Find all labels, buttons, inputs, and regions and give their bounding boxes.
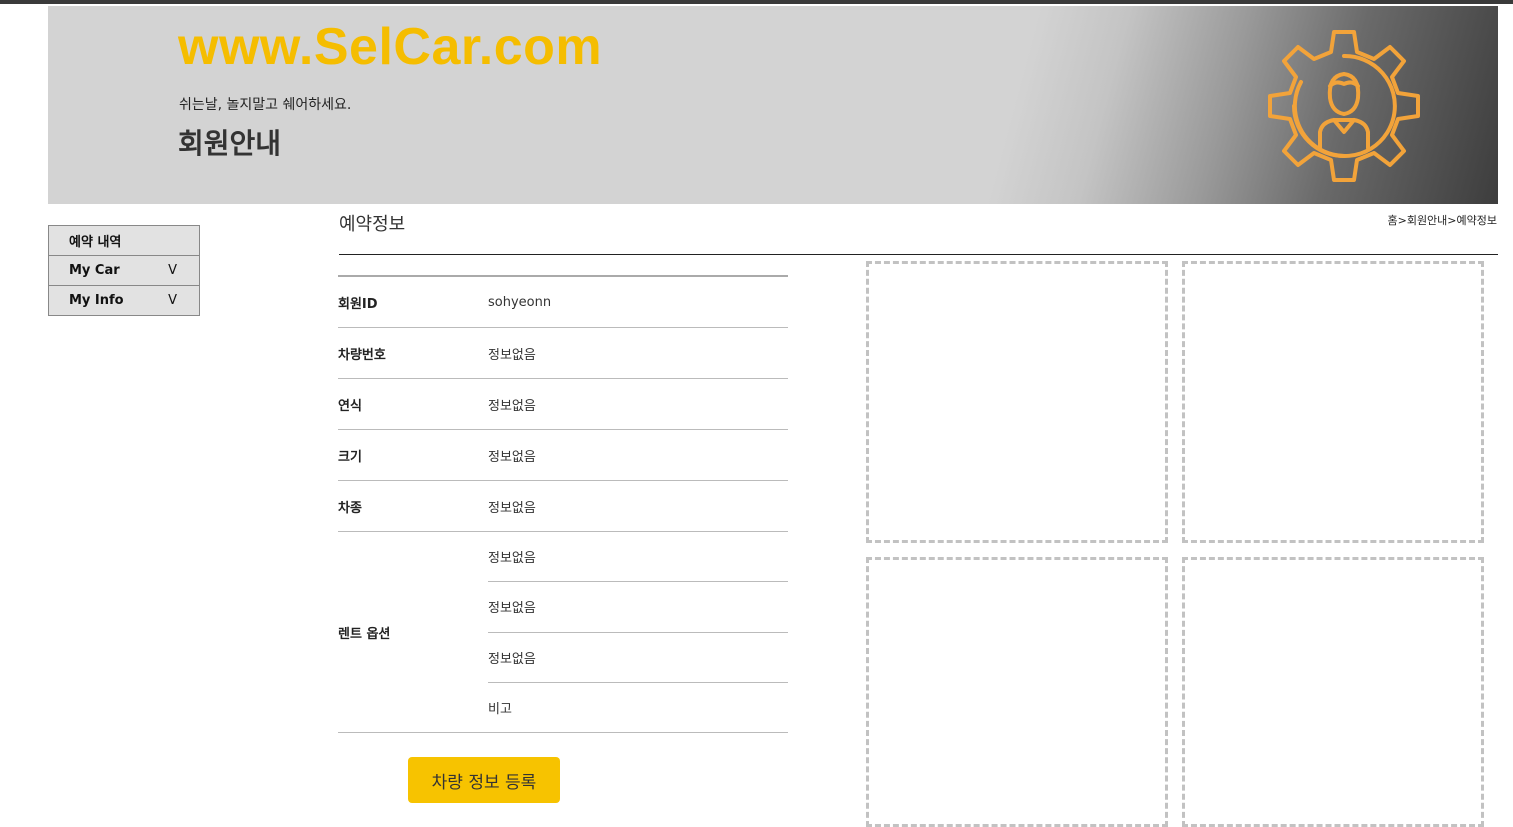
site-title[interactable]: www.SelCar.com bbox=[178, 15, 602, 79]
table-row: 회원ID sohyeonn bbox=[338, 277, 788, 328]
row-value: sohyeonn bbox=[488, 294, 552, 310]
register-car-button[interactable]: 차량 정보 등록 bbox=[408, 757, 560, 803]
table-row: 차량번호 정보없음 bbox=[338, 328, 788, 379]
top-border bbox=[0, 0, 1513, 4]
chevron-down-icon: V bbox=[168, 293, 177, 308]
divider bbox=[339, 254, 1498, 255]
sidebar-item-label: My Info bbox=[69, 293, 124, 308]
rent-options-row: 렌트 옵션 정보없음 정보없음 정보없음 비고 bbox=[338, 532, 788, 733]
row-label: 연식 bbox=[338, 398, 362, 414]
slogan: 쉬는날, 놀지말고 쉐어하세요. bbox=[179, 97, 352, 113]
sidebar-item-my-car[interactable]: My Car V bbox=[49, 256, 199, 286]
sidebar-item-my-info[interactable]: My Info V bbox=[49, 286, 199, 316]
table-row: 차종 정보없음 bbox=[338, 481, 788, 532]
photo-slot-2[interactable] bbox=[1182, 261, 1484, 543]
section-title: 예약정보 bbox=[339, 214, 406, 235]
breadcrumb[interactable]: 홈>회원안내>예약정보 bbox=[1387, 212, 1497, 228]
row-value: 정보없음 bbox=[488, 500, 536, 516]
option-value: 정보없음 bbox=[488, 532, 788, 583]
row-label: 렌트 옵션 bbox=[338, 626, 391, 642]
photo-slot-3[interactable] bbox=[866, 557, 1168, 827]
option-value: 정보없음 bbox=[488, 582, 788, 633]
photo-slot-1[interactable] bbox=[866, 261, 1168, 543]
row-value: 정보없음 bbox=[488, 449, 536, 465]
row-label: 차량번호 bbox=[338, 347, 386, 363]
table-row: 연식 정보없음 bbox=[338, 379, 788, 430]
rent-options-list: 정보없음 정보없음 정보없음 비고 bbox=[488, 532, 788, 732]
photo-slot-4[interactable] bbox=[1182, 557, 1484, 827]
sidebar: 예약 내역 My Car V My Info V bbox=[48, 225, 200, 316]
sidebar-item-reservations[interactable]: 예약 내역 bbox=[49, 226, 199, 256]
row-value: 정보없음 bbox=[488, 347, 536, 363]
gear-person-icon bbox=[1268, 30, 1420, 182]
row-label: 회원ID bbox=[338, 296, 378, 312]
row-label: 차종 bbox=[338, 500, 362, 516]
row-label: 크기 bbox=[338, 449, 362, 465]
sidebar-item-label: My Car bbox=[69, 263, 120, 278]
row-value: 정보없음 bbox=[488, 398, 536, 414]
reservation-info-table: 회원ID sohyeonn 차량번호 정보없음 연식 정보없음 크기 정보없음 … bbox=[338, 275, 788, 733]
option-value: 정보없음 bbox=[488, 633, 788, 683]
page-heading: 회원안내 bbox=[178, 127, 282, 160]
table-row: 크기 정보없음 bbox=[338, 430, 788, 481]
sidebar-item-label: 예약 내역 bbox=[69, 235, 122, 250]
header-banner: www.SelCar.com 쉬는날, 놀지말고 쉐어하세요. 회원안내 bbox=[48, 6, 1498, 204]
chevron-down-icon: V bbox=[168, 263, 177, 278]
option-value: 비고 bbox=[488, 701, 512, 717]
